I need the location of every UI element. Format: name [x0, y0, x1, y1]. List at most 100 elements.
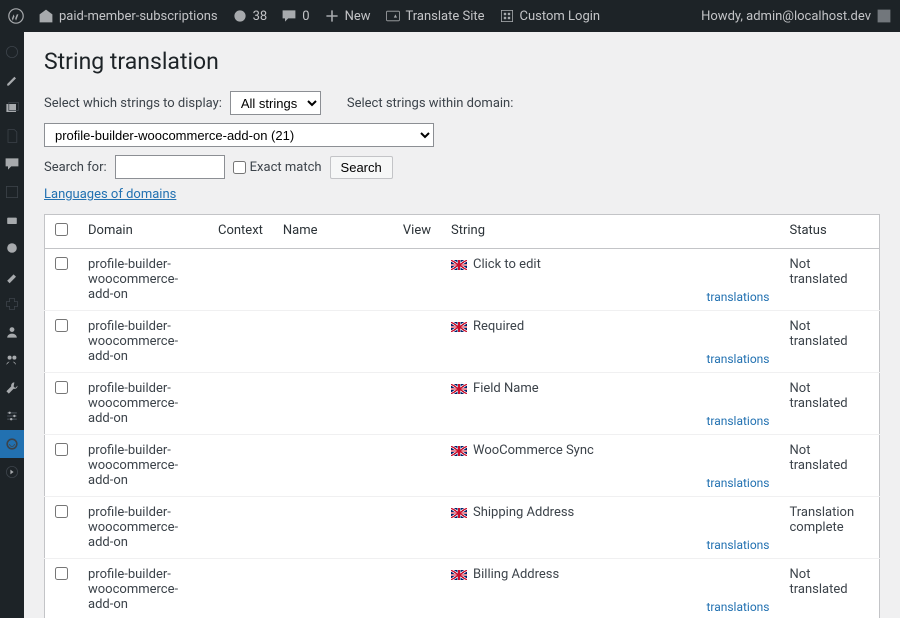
- sidemenu-plugins[interactable]: [0, 290, 24, 318]
- uk-flag-icon: [451, 570, 467, 580]
- select-strings-dropdown[interactable]: All strings: [230, 91, 321, 115]
- uk-flag-icon: [451, 322, 467, 332]
- languages-of-domains-link[interactable]: Languages of domains: [44, 187, 176, 202]
- row-name: [273, 373, 393, 435]
- row-context: [208, 249, 273, 311]
- exact-match-label[interactable]: Exact match: [233, 160, 322, 175]
- uk-flag-icon: [451, 446, 467, 456]
- sidemenu-tools[interactable]: [0, 374, 24, 402]
- row-checkbox[interactable]: [55, 443, 68, 456]
- sidemenu-collapse[interactable]: [0, 458, 24, 486]
- row-status: Translation complete: [780, 497, 880, 559]
- main-content: String translation Select which strings …: [24, 32, 900, 618]
- row-name: [273, 559, 393, 618]
- table-row: profile-builder-woocommerce-add-on Requi…: [45, 311, 880, 373]
- sidemenu-posts[interactable]: [0, 66, 24, 94]
- uk-flag-icon: [451, 508, 467, 518]
- howdy-user[interactable]: Howdy, admin@localhost.dev: [701, 8, 892, 24]
- row-name: [273, 311, 393, 373]
- row-name: [273, 435, 393, 497]
- translate-site[interactable]: Translate Site: [385, 8, 485, 24]
- col-view[interactable]: View: [393, 215, 441, 249]
- row-domain: profile-builder-woocommerce-add-on: [78, 497, 208, 559]
- custom-login[interactable]: Custom Login: [499, 8, 601, 24]
- row-domain: profile-builder-woocommerce-add-on: [78, 435, 208, 497]
- sidemenu-forms[interactable]: [0, 178, 24, 206]
- col-name[interactable]: Name: [273, 215, 393, 249]
- admin-sidemenu: [0, 32, 24, 618]
- sidemenu-media[interactable]: [0, 94, 24, 122]
- row-status: Not translated: [780, 311, 880, 373]
- comments[interactable]: 0: [281, 8, 309, 24]
- new-content[interactable]: New: [324, 8, 371, 24]
- row-context: [208, 373, 273, 435]
- uk-flag-icon: [451, 384, 467, 394]
- row-domain: profile-builder-woocommerce-add-on: [78, 249, 208, 311]
- row-checkbox[interactable]: [55, 567, 68, 580]
- row-checkbox[interactable]: [55, 505, 68, 518]
- uk-flag-icon: [451, 260, 467, 270]
- row-string: Click to edittranslations: [441, 249, 779, 311]
- col-string[interactable]: String: [441, 215, 779, 249]
- search-button[interactable]: Search: [330, 156, 393, 179]
- translations-link[interactable]: translations: [706, 414, 769, 428]
- site-name[interactable]: paid-member-subscriptions: [38, 8, 218, 24]
- row-status: Not translated: [780, 249, 880, 311]
- table-row: profile-builder-woocommerce-add-on Billi…: [45, 559, 880, 618]
- updates[interactable]: 38: [232, 8, 268, 24]
- domain-dropdown[interactable]: profile-builder-woocommerce-add-on (21): [44, 123, 434, 147]
- row-checkbox[interactable]: [55, 381, 68, 394]
- row-checkbox[interactable]: [55, 319, 68, 332]
- row-string: Billing Addresstranslations: [441, 559, 779, 618]
- sidemenu-woo[interactable]: [0, 234, 24, 262]
- col-context[interactable]: Context: [208, 215, 273, 249]
- row-status: Not translated: [780, 373, 880, 435]
- sidemenu-wpml-active[interactable]: [0, 430, 24, 458]
- translations-link[interactable]: translations: [706, 600, 769, 614]
- col-status[interactable]: Status: [780, 215, 880, 249]
- row-view: [393, 435, 441, 497]
- row-view: [393, 373, 441, 435]
- sidemenu-users-alt[interactable]: [0, 346, 24, 374]
- page-title: String translation: [44, 48, 880, 75]
- row-string: Shipping Addresstranslations: [441, 497, 779, 559]
- select-strings-label: Select which strings to display:: [44, 96, 222, 111]
- domain-label: Select strings within domain:: [347, 96, 514, 111]
- translations-link[interactable]: translations: [706, 290, 769, 304]
- table-row: profile-builder-woocommerce-add-on Click…: [45, 249, 880, 311]
- row-domain: profile-builder-woocommerce-add-on: [78, 373, 208, 435]
- sidemenu-settings[interactable]: [0, 402, 24, 430]
- admin-bar: paid-member-subscriptions 38 0 New Trans…: [0, 0, 900, 32]
- row-name: [273, 249, 393, 311]
- row-context: [208, 311, 273, 373]
- translations-link[interactable]: translations: [706, 538, 769, 552]
- translations-link[interactable]: translations: [706, 352, 769, 366]
- translations-link[interactable]: translations: [706, 476, 769, 490]
- sidemenu-appearance[interactable]: [0, 262, 24, 290]
- row-view: [393, 559, 441, 618]
- row-status: Not translated: [780, 559, 880, 618]
- row-status: Not translated: [780, 435, 880, 497]
- strings-table: Domain Context Name View String Status p…: [44, 214, 880, 618]
- sidemenu-comments[interactable]: [0, 150, 24, 178]
- row-checkbox[interactable]: [55, 257, 68, 270]
- row-view: [393, 249, 441, 311]
- search-input[interactable]: [115, 155, 225, 179]
- row-domain: profile-builder-woocommerce-add-on: [78, 311, 208, 373]
- row-domain: profile-builder-woocommerce-add-on: [78, 559, 208, 618]
- exact-match-checkbox[interactable]: [233, 161, 246, 174]
- sidemenu-wpml[interactable]: [0, 206, 24, 234]
- row-string: Field Nametranslations: [441, 373, 779, 435]
- search-label: Search for:: [44, 160, 107, 175]
- sidemenu-pages[interactable]: [0, 122, 24, 150]
- table-row: profile-builder-woocommerce-add-on Field…: [45, 373, 880, 435]
- select-all-checkbox[interactable]: [55, 223, 68, 236]
- col-domain[interactable]: Domain: [78, 215, 208, 249]
- sidemenu-dashboard[interactable]: [0, 38, 24, 66]
- sidemenu-users[interactable]: [0, 318, 24, 346]
- table-row: profile-builder-woocommerce-add-on WooCo…: [45, 435, 880, 497]
- row-view: [393, 311, 441, 373]
- row-context: [208, 497, 273, 559]
- row-name: [273, 497, 393, 559]
- wp-logo[interactable]: [8, 8, 24, 24]
